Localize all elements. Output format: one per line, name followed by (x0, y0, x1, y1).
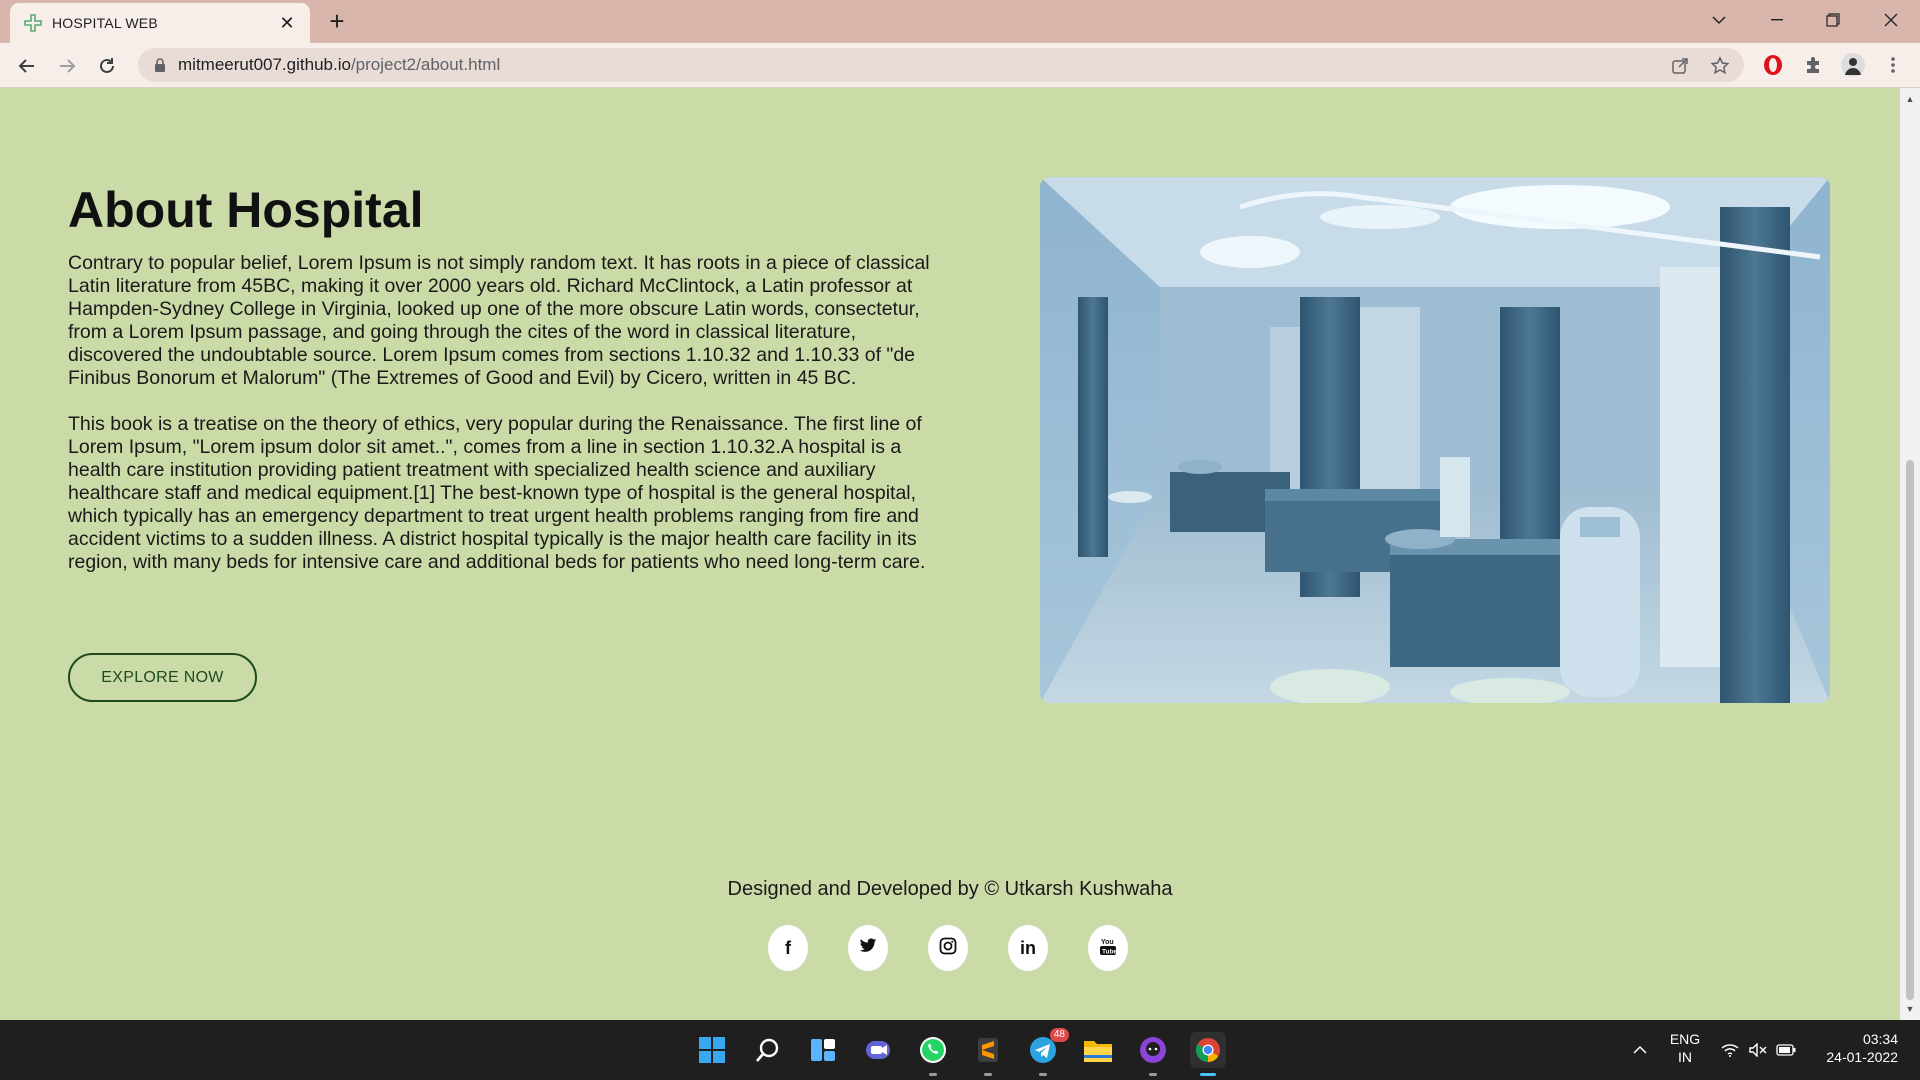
browser-toolbar: mitmeerut007.github.io/project2/about.ht… (0, 43, 1920, 88)
share-icon[interactable] (1668, 54, 1692, 78)
hospital-room-image (1040, 177, 1830, 703)
chrome-taskbar-icon[interactable] (1190, 1032, 1226, 1076)
browser-tab-strip: HOSPITAL WEB ✕ + (0, 0, 1920, 43)
bookmark-star-icon[interactable] (1708, 54, 1732, 78)
windows-start-icon[interactable] (694, 1032, 730, 1068)
svg-text:Tube: Tube (1102, 948, 1117, 955)
about-title: About Hospital (68, 182, 424, 238)
twitter-icon (859, 937, 877, 959)
language-region: IN (1678, 1049, 1692, 1065)
youtube-icon: You Tube (1099, 936, 1117, 961)
footer-credit: Designed and Developed by © Utkarsh Kush… (727, 878, 1173, 900)
telegram-unread-badge: 48 (1049, 1028, 1069, 1042)
tab-search-icon[interactable] (1696, 0, 1742, 40)
chrome-menu-icon[interactable] (1880, 52, 1906, 78)
linkedin-icon: in (1020, 937, 1036, 958)
scroll-down-arrow-icon[interactable]: ▼ (1905, 1004, 1915, 1014)
wifi-icon[interactable] (1720, 1040, 1740, 1060)
instagram-link[interactable] (928, 925, 968, 971)
clock-date: 24-01-2022 (1826, 1049, 1898, 1065)
github-running-indicator (1149, 1073, 1157, 1076)
forward-button[interactable] (52, 51, 82, 81)
clock[interactable]: 03:34 24-01-2022 (1808, 1030, 1908, 1066)
browser-tab[interactable]: HOSPITAL WEB ✕ (10, 3, 310, 43)
sublime-running-indicator (984, 1073, 992, 1076)
battery-icon[interactable] (1776, 1040, 1796, 1060)
chrome-active-indicator (1200, 1073, 1216, 1076)
back-button[interactable] (12, 51, 42, 81)
teams-chat-icon[interactable] (860, 1032, 896, 1068)
facebook-link[interactable]: f (768, 925, 808, 971)
facebook-icon: f (785, 937, 791, 958)
restore-button[interactable] (1810, 0, 1856, 40)
close-window-button[interactable] (1868, 0, 1914, 40)
github-desktop-icon[interactable] (1135, 1032, 1171, 1076)
about-paragraph-1: Contrary to popular belief, Lorem Ipsum … (68, 252, 930, 389)
hospital-favicon-icon (22, 12, 44, 34)
show-hidden-icons-chevron-icon[interactable] (1630, 1040, 1650, 1060)
tab-title: HOSPITAL WEB (52, 15, 158, 31)
profile-avatar[interactable] (1840, 52, 1866, 78)
windows-taskbar: 48 ENG IN 03:34 24-01-2022 (0, 1020, 1920, 1080)
linkedin-link[interactable]: in (1008, 925, 1048, 971)
explore-now-button[interactable]: EXPLORE NOW (68, 653, 257, 702)
lock-icon[interactable] (152, 57, 168, 73)
search-icon[interactable] (750, 1032, 786, 1068)
language-indicator[interactable]: ENG IN (1665, 1030, 1705, 1066)
language-code: ENG (1669, 1031, 1701, 1047)
opera-extension-icon[interactable] (1760, 52, 1786, 78)
widgets-icon[interactable] (805, 1032, 841, 1068)
twitter-link[interactable] (848, 925, 888, 971)
clock-time: 03:34 (1862, 1031, 1898, 1047)
file-explorer-icon[interactable] (1080, 1032, 1116, 1068)
new-tab-button[interactable]: + (323, 6, 351, 36)
extensions-puzzle-icon[interactable] (1800, 52, 1826, 78)
url-text: mitmeerut007.github.io/project2/about.ht… (178, 55, 501, 74)
youtube-link[interactable]: You Tube (1088, 925, 1128, 971)
about-text: Contrary to popular belief, Lorem Ipsum … (68, 252, 948, 597)
sublime-text-icon[interactable] (970, 1032, 1006, 1076)
reload-button[interactable] (92, 51, 122, 81)
volume-muted-icon[interactable] (1748, 1040, 1768, 1060)
telegram-icon[interactable]: 48 (1025, 1028, 1069, 1076)
whatsapp-running-indicator (929, 1073, 937, 1076)
social-links: f in You Tube (768, 925, 1168, 973)
scroll-up-arrow-icon[interactable]: ▲ (1905, 94, 1915, 104)
scroll-thumb[interactable] (1906, 460, 1914, 1000)
svg-text:You: You (1101, 939, 1114, 946)
instagram-icon (939, 937, 957, 960)
address-bar[interactable]: mitmeerut007.github.io/project2/about.ht… (138, 48, 1744, 82)
minimize-button[interactable] (1754, 0, 1800, 40)
close-tab-icon[interactable]: ✕ (276, 12, 298, 34)
whatsapp-icon[interactable] (915, 1032, 951, 1076)
telegram-running-indicator (1039, 1073, 1047, 1076)
about-paragraph-2: This book is a treatise on the theory of… (68, 413, 926, 573)
page-content: About Hospital Contrary to popular belie… (0, 88, 1900, 1020)
page-scrollbar[interactable]: ▲ ▼ (1900, 88, 1920, 1020)
